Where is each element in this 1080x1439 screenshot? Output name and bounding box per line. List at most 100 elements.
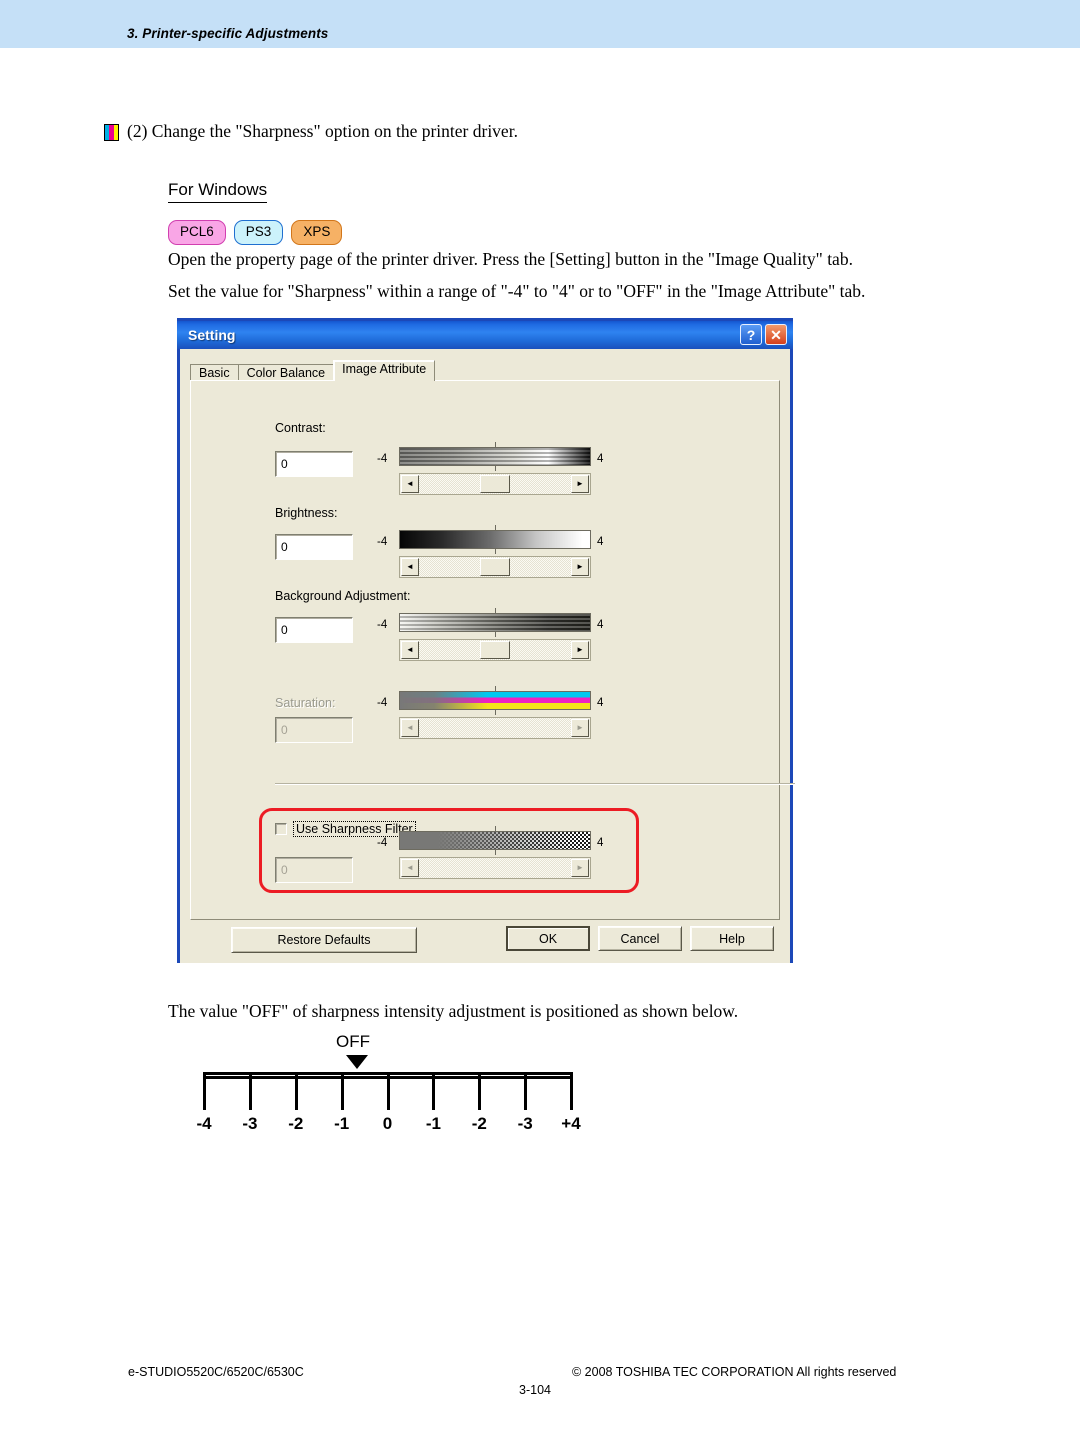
sharpness-scale-diagram: OFF -4 -3 -2 -1 0 -1 -2 -3 +4 (196, 1032, 586, 1137)
value-sharpness: 0 (275, 857, 353, 883)
badge-ps3: PS3 (233, 220, 284, 245)
ok-button[interactable]: OK (506, 926, 590, 951)
slider-brightness[interactable]: ◄ ► (399, 556, 591, 578)
tab-basic[interactable]: Basic (190, 364, 239, 381)
help-button[interactable]: Help (690, 926, 774, 951)
footer-copyright: © 2008 TOSHIBA TEC CORPORATION All right… (572, 1365, 897, 1379)
slider-sharpness: ◄ ► (399, 857, 591, 879)
footer-page-number: 3-104 (519, 1383, 551, 1397)
scale-tick-label: -3 (517, 1114, 533, 1133)
slider-track-sharpness (418, 858, 572, 878)
min-label-saturation: -4 (377, 697, 388, 709)
slider-thumb-brightness[interactable] (480, 558, 510, 576)
label-use-sharpness-filter[interactable]: Use Sharpness Filter (293, 821, 416, 837)
value-background-adjustment[interactable]: 0 (275, 617, 353, 643)
slider-background-adjustment[interactable]: ◄ ► (399, 639, 591, 661)
max-label-sharpness: 4 (597, 837, 604, 849)
tab-strip: Basic Color Balance Image Attribute (190, 359, 780, 381)
step-text: (2) Change the "Sharpness" option on the… (127, 121, 518, 141)
close-icon[interactable]: ✕ (765, 324, 787, 345)
dialog-titlebar: Setting ? ✕ (177, 318, 793, 349)
scale-tick (386, 1072, 390, 1110)
scale-tick-label: -1 (425, 1114, 441, 1133)
value-contrast[interactable]: 0 (275, 451, 353, 477)
scale-tick-label: -3 (242, 1114, 258, 1133)
help-icon[interactable]: ? (740, 324, 762, 345)
chapter-title: 3. Printer-specific Adjustments (127, 26, 329, 41)
scale-tick-label: 0 (382, 1114, 393, 1133)
slider-left-arrow-contrast[interactable]: ◄ (401, 475, 419, 493)
scale-tick (203, 1072, 206, 1110)
step-row: (2) Change the "Sharpness" option on the… (104, 120, 518, 142)
dialog-footer-buttons: OK Cancel Help (506, 926, 774, 951)
footer-model: e-STUDIO5520C/6520C/6530C (128, 1365, 304, 1379)
scale-tick-label: -2 (288, 1114, 304, 1133)
tab-color-balance[interactable]: Color Balance (237, 364, 335, 381)
badge-xps: XPS (291, 220, 343, 245)
scale-off-label: OFF (336, 1032, 370, 1051)
slider-left-arrow-saturation: ◄ (401, 719, 419, 737)
max-label-background-adjustment: 4 (597, 619, 604, 631)
slider-right-arrow-saturation: ► (571, 719, 589, 737)
driver-badge-row: PCL6 PS3 XPS (168, 220, 343, 245)
scale-tick (294, 1072, 298, 1110)
gradient-preview-brightness (399, 525, 591, 554)
slider-left-arrow-brightness[interactable]: ◄ (401, 558, 419, 576)
value-saturation: 0 (275, 717, 353, 743)
max-label-brightness: 4 (597, 536, 604, 548)
separator-line (275, 783, 795, 785)
setting-dialog: Setting ? ✕ Basic Color Balance Image At… (177, 318, 795, 963)
label-contrast: Contrast: (275, 421, 326, 435)
scale-ticks (203, 1072, 573, 1110)
scale-tick (340, 1072, 344, 1110)
checkbox-use-sharpness-filter[interactable] (275, 823, 287, 835)
dialog-title: Setting (188, 327, 236, 343)
scale-tick (248, 1072, 252, 1110)
slider-thumb-background-adjustment[interactable] (480, 641, 510, 659)
scale-tick (432, 1072, 436, 1110)
cmy-bullet-icon (104, 124, 119, 141)
paragraph-set-value: Set the value for "Sharpness" within a r… (168, 281, 866, 301)
scale-tick (570, 1072, 573, 1110)
min-label-sharpness: -4 (377, 837, 388, 849)
value-brightness[interactable]: 0 (275, 534, 353, 560)
scale-tick (524, 1072, 528, 1110)
cancel-button[interactable]: Cancel (598, 926, 682, 951)
slider-left-arrow-sharpness: ◄ (401, 859, 419, 877)
scale-tick-label: +4 (561, 1114, 581, 1133)
gradient-preview-saturation (399, 686, 591, 715)
use-sharpness-filter-row[interactable]: Use Sharpness Filter (275, 821, 416, 837)
min-label-contrast: -4 (377, 453, 388, 465)
paragraph-open-property-page: Open the property page of the printer dr… (168, 249, 853, 269)
tab-page-image-attribute: Contrast: 0 -4 4 ◄ ► Brightness: 0 -4 4 … (190, 380, 795, 953)
badge-pcl6: PCL6 (168, 220, 226, 245)
scale-tick-labels: -4 -3 -2 -1 0 -1 -2 -3 +4 (196, 1114, 580, 1136)
scale-tick (478, 1072, 482, 1110)
restore-defaults-button[interactable]: Restore Defaults (231, 927, 417, 953)
slider-right-arrow-sharpness: ► (571, 859, 589, 877)
max-label-saturation: 4 (597, 697, 604, 709)
slider-left-arrow-background-adjustment[interactable]: ◄ (401, 641, 419, 659)
min-label-background-adjustment: -4 (377, 619, 388, 631)
slider-saturation: ◄ ► (399, 717, 591, 739)
section-heading-for-windows: For Windows (168, 180, 268, 203)
slider-right-arrow-brightness[interactable]: ► (571, 558, 589, 576)
scale-tick-label: -1 (334, 1114, 350, 1133)
slider-right-arrow-contrast[interactable]: ► (571, 475, 589, 493)
paragraph-off-note: The value "OFF" of sharpness intensity a… (168, 1001, 739, 1021)
tab-image-attribute[interactable]: Image Attribute (333, 360, 436, 381)
scale-off-marker-icon (346, 1055, 368, 1069)
scale-tick-label: -4 (196, 1114, 212, 1133)
scale-tick-label: -2 (471, 1114, 487, 1133)
label-background-adjustment: Background Adjustment: (275, 589, 411, 603)
slider-right-arrow-background-adjustment[interactable]: ► (571, 641, 589, 659)
slider-contrast[interactable]: ◄ ► (399, 473, 591, 495)
label-saturation: Saturation: (275, 696, 336, 710)
slider-thumb-contrast[interactable] (480, 475, 510, 493)
min-label-brightness: -4 (377, 536, 388, 548)
gradient-preview-contrast (399, 442, 591, 471)
label-brightness: Brightness: (275, 506, 338, 520)
slider-track-saturation (418, 718, 572, 738)
max-label-contrast: 4 (597, 453, 604, 465)
dialog-body: Basic Color Balance Image Attribute Cont… (180, 349, 795, 963)
